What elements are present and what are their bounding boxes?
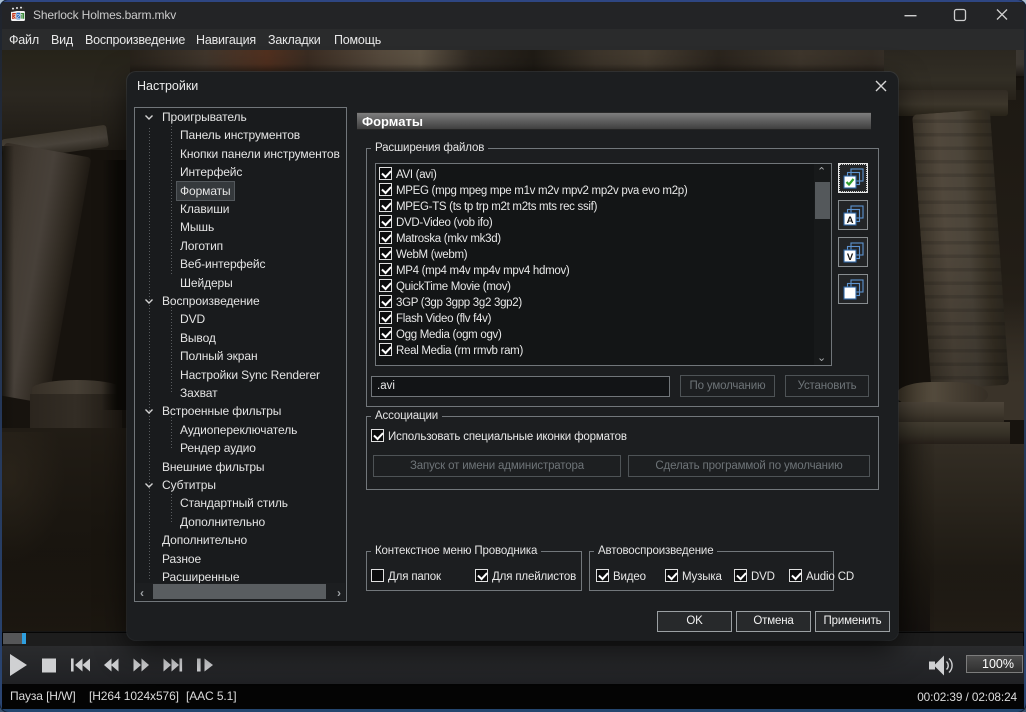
svg-text:V: V bbox=[847, 252, 854, 263]
svg-text:A: A bbox=[847, 215, 854, 226]
svg-text:321: 321 bbox=[13, 14, 24, 21]
